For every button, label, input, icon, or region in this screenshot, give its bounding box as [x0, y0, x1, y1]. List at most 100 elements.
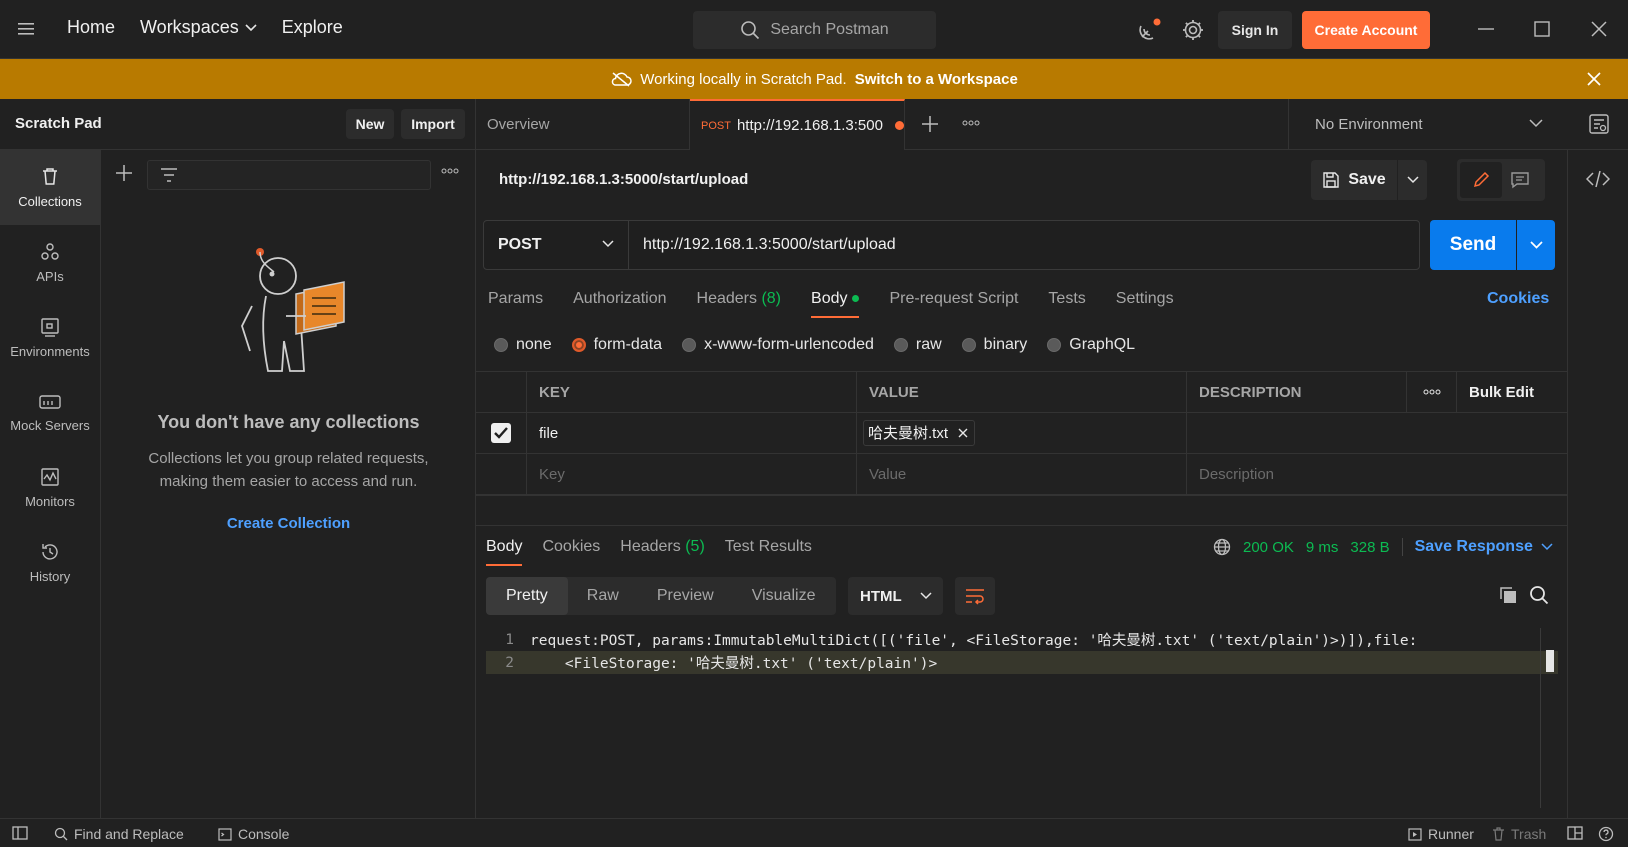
- radio-raw[interactable]: raw: [893, 336, 942, 354]
- nav-workspaces[interactable]: Workspaces: [140, 17, 257, 38]
- close-icon[interactable]: [1586, 71, 1602, 87]
- comment-icon[interactable]: [1510, 171, 1530, 189]
- filter-input[interactable]: [147, 160, 431, 190]
- tab-tests[interactable]: Tests: [1048, 290, 1085, 308]
- sidebar-item-history[interactable]: History: [0, 525, 100, 600]
- response-size[interactable]: 328 B: [1350, 539, 1389, 556]
- toggle-sidebar-icon[interactable]: [12, 826, 28, 840]
- view-pretty[interactable]: Pretty: [486, 577, 568, 615]
- satellite-icon[interactable]: [1136, 17, 1162, 43]
- two-pane-icon[interactable]: [1567, 826, 1583, 840]
- switch-workspace-link[interactable]: Switch to a Workspace: [855, 71, 1018, 88]
- globe-icon[interactable]: [1213, 538, 1231, 556]
- import-button[interactable]: Import: [401, 109, 465, 139]
- value-placeholder[interactable]: Value: [856, 454, 1186, 494]
- view-visualize[interactable]: Visualize: [733, 577, 835, 615]
- description-cell[interactable]: [1186, 413, 1567, 453]
- editor-scroll-thumb[interactable]: [1546, 650, 1554, 672]
- view-preview[interactable]: Preview: [638, 577, 733, 615]
- close-icon[interactable]: [958, 428, 968, 438]
- sidebar-item-monitors[interactable]: Monitors: [0, 450, 100, 525]
- trash-button[interactable]: Trash: [1492, 826, 1546, 842]
- method-select[interactable]: POST: [484, 221, 629, 269]
- radio-circle: [961, 338, 976, 352]
- radio-none[interactable]: none: [494, 336, 552, 354]
- tab-authorization[interactable]: Authorization: [573, 290, 666, 308]
- code-icon[interactable]: [1586, 170, 1610, 188]
- response-time[interactable]: 9 ms: [1306, 539, 1339, 556]
- radio-graphql[interactable]: GraphQL: [1047, 336, 1135, 354]
- tab-body[interactable]: Body: [811, 290, 860, 318]
- search-icon[interactable]: [1529, 585, 1549, 605]
- radio-label: none: [516, 336, 552, 353]
- response-tab-cookies[interactable]: Cookies: [542, 538, 600, 556]
- response-tab-body[interactable]: Body: [486, 538, 523, 566]
- close-window-icon[interactable]: [1588, 18, 1610, 40]
- radio-urlencoded[interactable]: x-www-form-urlencoded: [682, 336, 874, 354]
- bulk-edit-button[interactable]: Bulk Edit: [1456, 372, 1567, 412]
- nav-home[interactable]: Home: [67, 17, 115, 38]
- format-select[interactable]: HTML: [848, 577, 943, 615]
- create-collection-link[interactable]: Create Collection: [101, 515, 476, 532]
- send-dropdown[interactable]: [1517, 220, 1555, 270]
- sign-in-button[interactable]: Sign In: [1218, 11, 1292, 49]
- sidebar-item-environments[interactable]: Environments: [0, 300, 100, 375]
- description-placeholder[interactable]: Description: [1186, 454, 1567, 494]
- more-tabs-icon[interactable]: [962, 120, 980, 126]
- help-icon[interactable]: [1598, 826, 1614, 842]
- create-account-button[interactable]: Create Account: [1302, 11, 1430, 49]
- maximize-icon[interactable]: [1531, 18, 1553, 40]
- menu-icon[interactable]: [18, 20, 38, 38]
- value-cell[interactable]: 哈夫曼树.txt: [856, 413, 1186, 453]
- view-raw[interactable]: Raw: [568, 577, 638, 615]
- new-button[interactable]: New: [346, 109, 394, 139]
- table-more-button[interactable]: [1406, 372, 1456, 412]
- tab-request[interactable]: POST http://192.168.1.3:500: [690, 99, 905, 150]
- response-tab-test-results[interactable]: Test Results: [725, 538, 812, 556]
- tab-pre-request-script[interactable]: Pre-request Script: [889, 290, 1018, 308]
- tab-headers-label: Headers: [696, 290, 757, 307]
- response-body-editor[interactable]: 1 request:POST, params:ImmutableMultiDict…: [486, 628, 1558, 674]
- sidebar-item-collections[interactable]: Collections: [0, 150, 100, 225]
- send-button[interactable]: Send: [1430, 220, 1516, 270]
- search-bar[interactable]: Search Postman: [693, 11, 936, 49]
- sidebar-item-apis[interactable]: APIs: [0, 225, 100, 300]
- edit-pencil-button[interactable]: [1460, 162, 1502, 198]
- gear-icon[interactable]: [1180, 17, 1206, 43]
- environment-select[interactable]: No Environment: [1288, 99, 1563, 150]
- tab-params[interactable]: Params: [488, 290, 543, 308]
- pane-divider[interactable]: [476, 525, 1567, 526]
- tab-overview[interactable]: Overview: [476, 99, 690, 150]
- save-response-button[interactable]: Save Response: [1415, 538, 1553, 556]
- console-button[interactable]: Console: [218, 826, 289, 842]
- more-options-icon: [1423, 389, 1440, 395]
- more-options-icon[interactable]: [441, 168, 459, 174]
- environment-quick-look-icon[interactable]: [1588, 113, 1610, 135]
- save-dropdown[interactable]: [1398, 160, 1427, 200]
- runner-button[interactable]: Runner: [1408, 826, 1474, 842]
- minimize-icon[interactable]: [1475, 18, 1497, 40]
- save-label: Save: [1348, 171, 1386, 188]
- find-replace-button[interactable]: Find and Replace: [54, 826, 184, 842]
- radio-form-data[interactable]: form-data: [571, 336, 663, 354]
- status-code[interactable]: 200 OK: [1243, 539, 1294, 556]
- cookies-link[interactable]: Cookies: [1487, 290, 1549, 308]
- tab-headers[interactable]: Headers (8): [697, 290, 782, 308]
- edit-comment-toggle: [1457, 159, 1545, 201]
- plus-icon[interactable]: [115, 164, 133, 182]
- sidebar-item-mock-servers[interactable]: Mock Servers: [0, 375, 100, 450]
- copy-icon[interactable]: [1498, 585, 1518, 605]
- url-input[interactable]: http://192.168.1.3:5000/start/upload: [643, 236, 896, 254]
- nav-explore[interactable]: Explore: [282, 17, 343, 38]
- radio-label: form-data: [593, 336, 663, 353]
- wrap-lines-button[interactable]: [955, 577, 995, 615]
- key-cell[interactable]: file: [526, 413, 856, 453]
- new-tab-icon[interactable]: [920, 114, 940, 134]
- request-name[interactable]: http://192.168.1.3:5000/start/upload: [499, 171, 748, 188]
- row-checkbox[interactable]: [476, 413, 526, 453]
- response-tab-headers[interactable]: Headers (5): [620, 538, 705, 556]
- save-button[interactable]: Save: [1311, 160, 1397, 200]
- radio-binary[interactable]: binary: [961, 336, 1027, 354]
- tab-settings[interactable]: Settings: [1116, 290, 1174, 308]
- key-placeholder[interactable]: Key: [526, 454, 856, 494]
